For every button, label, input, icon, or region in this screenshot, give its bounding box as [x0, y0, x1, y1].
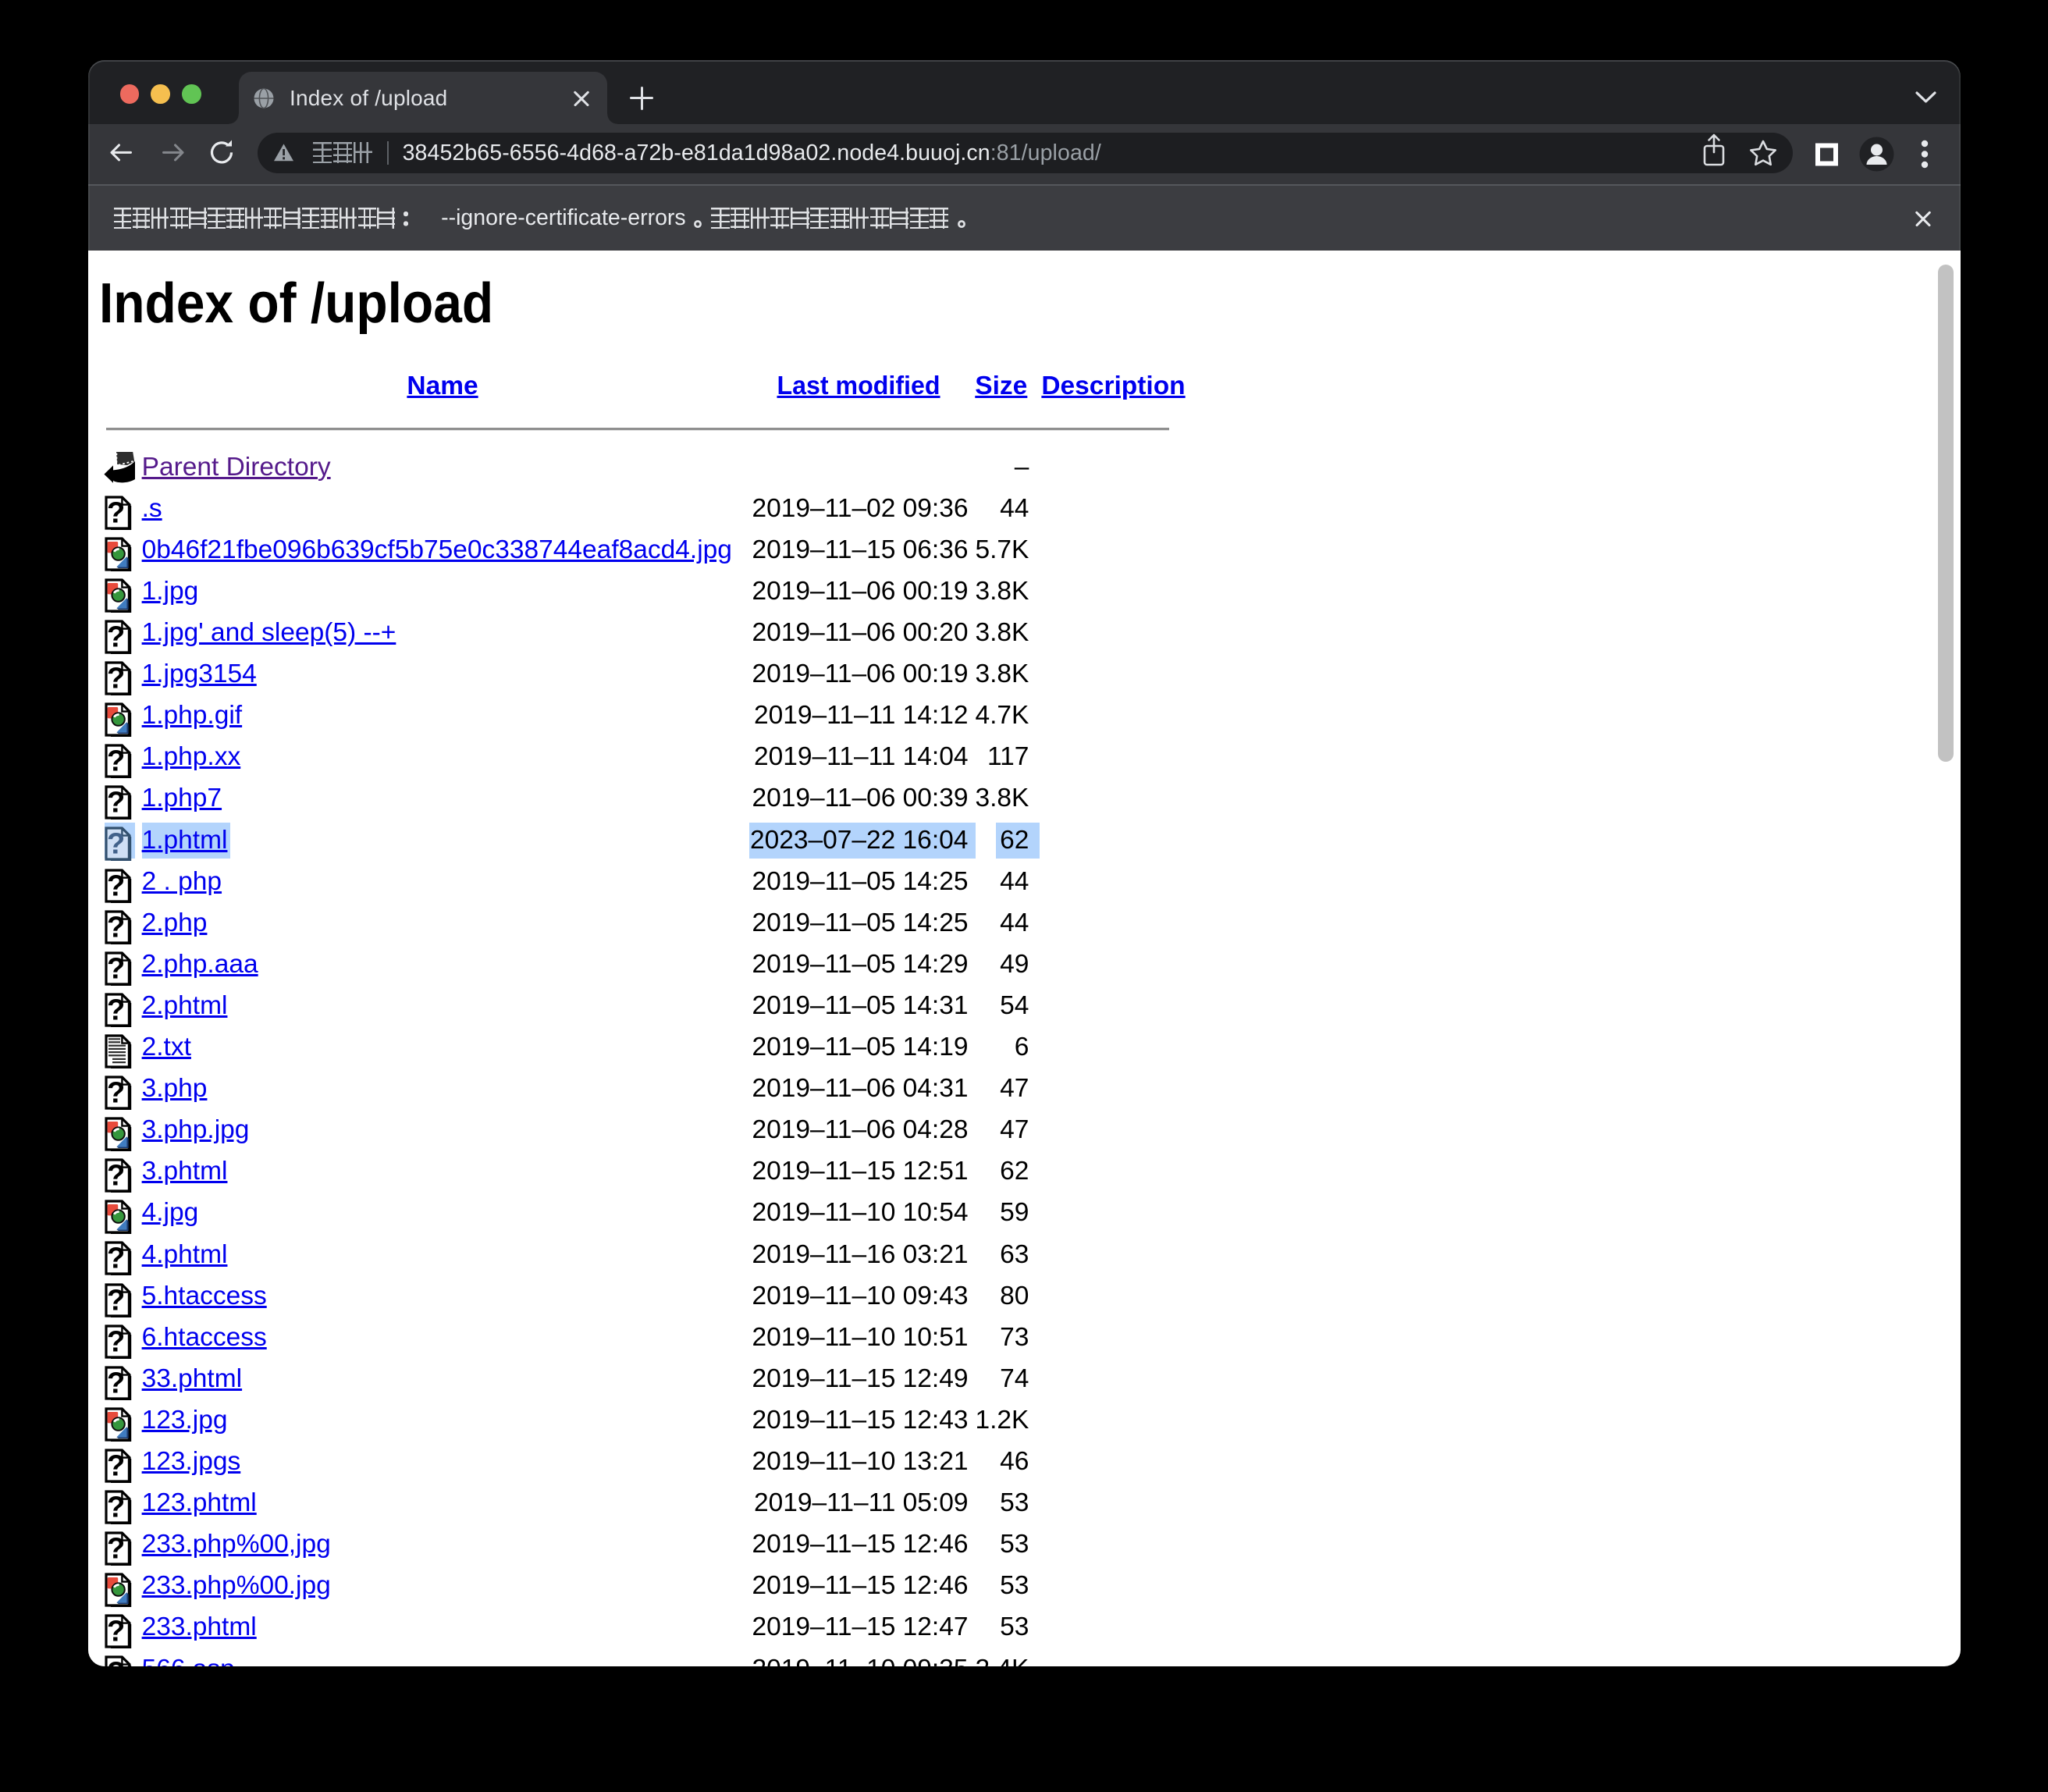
svg-text:?: ?: [107, 1160, 125, 1193]
svg-text:?: ?: [107, 1076, 125, 1109]
svg-text:?: ?: [107, 1284, 125, 1317]
svg-text:?: ?: [107, 869, 125, 902]
svg-text:?: ?: [107, 911, 125, 944]
svg-text:?: ?: [107, 1533, 125, 1566]
svg-text:?: ?: [107, 496, 125, 529]
svg-text:?: ?: [107, 1616, 125, 1648]
svg-text:?: ?: [107, 1449, 125, 1482]
svg-text:?: ?: [107, 662, 125, 695]
svg-text:?: ?: [107, 1325, 125, 1358]
svg-text:?: ?: [107, 952, 125, 985]
svg-text:?: ?: [107, 787, 125, 820]
svg-text:?: ?: [107, 745, 125, 778]
svg-text:?: ?: [107, 1657, 125, 1666]
svg-text:?: ?: [107, 994, 125, 1026]
svg-text:?: ?: [107, 1491, 125, 1524]
svg-text:?: ?: [107, 1243, 125, 1275]
svg-text:?: ?: [107, 620, 125, 653]
svg-text:?: ?: [107, 1367, 125, 1399]
svg-text:?: ?: [107, 828, 125, 861]
